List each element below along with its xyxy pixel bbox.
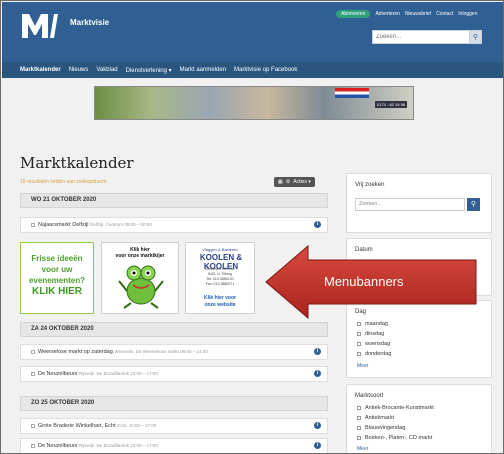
- info-icon[interactable]: i: [314, 221, 321, 228]
- koolen-address: Sonnevelt 130-132 5421 LL Tilburg Tel: 0…: [205, 267, 235, 286]
- filter-vrij-zoeken: Vrij zoeken Zoeken... ⚲: [346, 173, 492, 233]
- event-meta: Delfzijl, Centrum 09:00 – 00:00: [89, 222, 152, 227]
- calendar-icon: [31, 443, 35, 448]
- grid-icon: ▦: [278, 179, 283, 185]
- browser-frame: Marktvisie Abonneren Adverteren Nieuwsbr…: [0, 0, 504, 454]
- filter-marktsoort: Marktsoort Antiek-Brocante-Kunstmarkt An…: [346, 384, 492, 453]
- menubanner-koolen[interactable]: Vlaggen & Banieren KOOLEN & KOOLEN Sonne…: [185, 242, 255, 314]
- menubanner-ideeen-text: Frisse ideeën voor uw evenementen? KLIK …: [28, 254, 86, 297]
- checkbox-donderdag[interactable]: donderdag: [357, 351, 391, 357]
- koolen-link[interactable]: Klik hier voor onze website: [186, 295, 254, 309]
- subscribe-button[interactable]: Abonneren: [336, 10, 371, 18]
- menubanner-ideeen[interactable]: Frisse ideeën voor uw evenementen? KLIK …: [20, 242, 94, 314]
- link-adverteren[interactable]: Adverteren: [375, 11, 399, 17]
- checkbox-blauwvingendag[interactable]: Blauwvingendag: [357, 425, 405, 431]
- callout-label: Menubanners: [324, 274, 404, 289]
- date-header: WO 21 OKTOBER 2020: [20, 193, 328, 208]
- event-name: Grote Braderie Winkelhart, Echt: [38, 423, 116, 429]
- event-meta: Weerselo, De Weerselose markt 08:00 – 14…: [114, 349, 208, 354]
- brand-name: Marktvisie: [70, 18, 110, 27]
- calendar-icon: [31, 371, 35, 376]
- site-header: Marktvisie Abonneren Adverteren Nieuwsbr…: [2, 2, 503, 62]
- menubanner-marktkijer[interactable]: Klik hier voor onze marktkijer: [101, 242, 179, 314]
- results-count: 10 resultaten velden aan zoekopdracht: [20, 179, 107, 185]
- page-title: Marktkalender: [20, 154, 134, 172]
- link-nieuwsbrief[interactable]: Nieuwsbrief: [405, 11, 431, 17]
- link-contact[interactable]: Contact: [436, 11, 453, 17]
- event-name: De Neuzelbeurs: [38, 443, 78, 449]
- marktvisie-logo[interactable]: [20, 10, 60, 42]
- nav-vakblad[interactable]: Vakblad: [96, 67, 117, 73]
- event-row[interactable]: Najaarsmarkt Delfzijl Delfzijl, Centrum …: [20, 217, 328, 233]
- checkbox-maandag[interactable]: maandag: [357, 321, 388, 327]
- koolen-tagline: Vlaggen & Banieren: [202, 247, 238, 252]
- top-links: Abonneren Adverteren Nieuwsbrief Contact…: [336, 10, 477, 18]
- header-search: ⚲: [372, 30, 482, 44]
- event-row[interactable]: Grote Braderie Winkelhart, Echt Echt, 10…: [20, 418, 328, 434]
- search-icon[interactable]: ⚲: [470, 30, 482, 44]
- acties-button[interactable]: ▦ ⚙ Acties ▾: [274, 177, 315, 187]
- info-icon[interactable]: i: [314, 442, 321, 449]
- event-row[interactable]: De Neuzelbeurs Rijswijk, De Broodfabriek…: [20, 366, 328, 382]
- sidebar-search-input[interactable]: Zoeken...: [355, 198, 465, 211]
- event-name: Najaarsmarkt Delfzijl: [38, 222, 89, 228]
- flag-icon: [335, 88, 369, 98]
- search-icon[interactable]: ⚲: [467, 198, 480, 211]
- frog-mascot-icon: [118, 265, 164, 309]
- header-search-input[interactable]: [372, 30, 470, 44]
- gear-icon: ⚙: [285, 179, 291, 185]
- nav-marktkalender[interactable]: Marktkalender: [20, 67, 61, 73]
- more-link[interactable]: Meer: [357, 446, 368, 452]
- calendar-icon: [31, 423, 35, 428]
- banner-area: 0174 - 62 19 96: [2, 78, 503, 126]
- event-meta: Echt, 10:00 – 17:00: [117, 423, 157, 428]
- info-icon[interactable]: i: [314, 370, 321, 377]
- checkbox-dinsdag[interactable]: dinsdag: [357, 331, 384, 337]
- acties-label: Acties ▾: [293, 179, 311, 185]
- event-meta: Rijswijk, De Broodfabriek 10:00 – 17:00: [78, 371, 158, 376]
- event-name: De Neuzelbeurs: [38, 371, 78, 377]
- calendar-icon: [31, 222, 35, 227]
- date-header: ZA 24 OKTOBER 2020: [20, 322, 328, 337]
- event-row[interactable]: De Neuzelbeurs Rijswijk, De Broodfabriek…: [20, 438, 328, 453]
- checkbox-antiekmarkt[interactable]: Antiekmarkt: [357, 415, 394, 421]
- checkbox-woensdag[interactable]: woensdag: [357, 341, 390, 347]
- event-name: Weerselose markt op zaterdag: [38, 349, 113, 355]
- event-meta: Rijswijk, De Broodfabriek 10:00 – 17:00: [78, 443, 158, 448]
- main-nav: Marktkalender Nieuws Vakblad Dienstverle…: [2, 62, 503, 78]
- banner-phone: 0174 - 62 19 96: [375, 101, 408, 108]
- main-content: Marktkalender 10 resultaten velden aan z…: [2, 126, 503, 453]
- nav-facebook[interactable]: Marktvisie op Facebook: [234, 67, 297, 73]
- event-row[interactable]: Weerselose markt op zaterdag Weerselo, D…: [20, 344, 328, 360]
- more-link[interactable]: Meer: [357, 363, 368, 369]
- date-header: ZO 25 OKTOBER 2020: [20, 396, 328, 411]
- link-inloggen[interactable]: Inloggen: [458, 11, 477, 17]
- checkbox-antiek-brocante[interactable]: Antiek-Brocante-Kunstmarkt: [357, 405, 434, 411]
- menubanner-marktkijer-text: Klik hier voor onze marktkijer: [115, 247, 165, 259]
- checkbox-boeken-platen[interactable]: Boeken-, Platen-, CD markt: [357, 435, 432, 441]
- calendar-icon: [31, 349, 35, 354]
- filter-title: Marktsoort: [355, 393, 384, 399]
- filter-title: Vrij zoeken: [355, 182, 385, 188]
- info-icon[interactable]: i: [314, 422, 321, 429]
- top-banner-image[interactable]: 0174 - 62 19 96: [94, 86, 414, 120]
- info-icon[interactable]: i: [314, 348, 321, 355]
- nav-markt-aanmelden[interactable]: Markt aanmelden: [180, 67, 226, 73]
- nav-nieuws[interactable]: Nieuws: [69, 67, 89, 73]
- nav-dienstverlening[interactable]: Dienstverlening ▾: [126, 67, 172, 74]
